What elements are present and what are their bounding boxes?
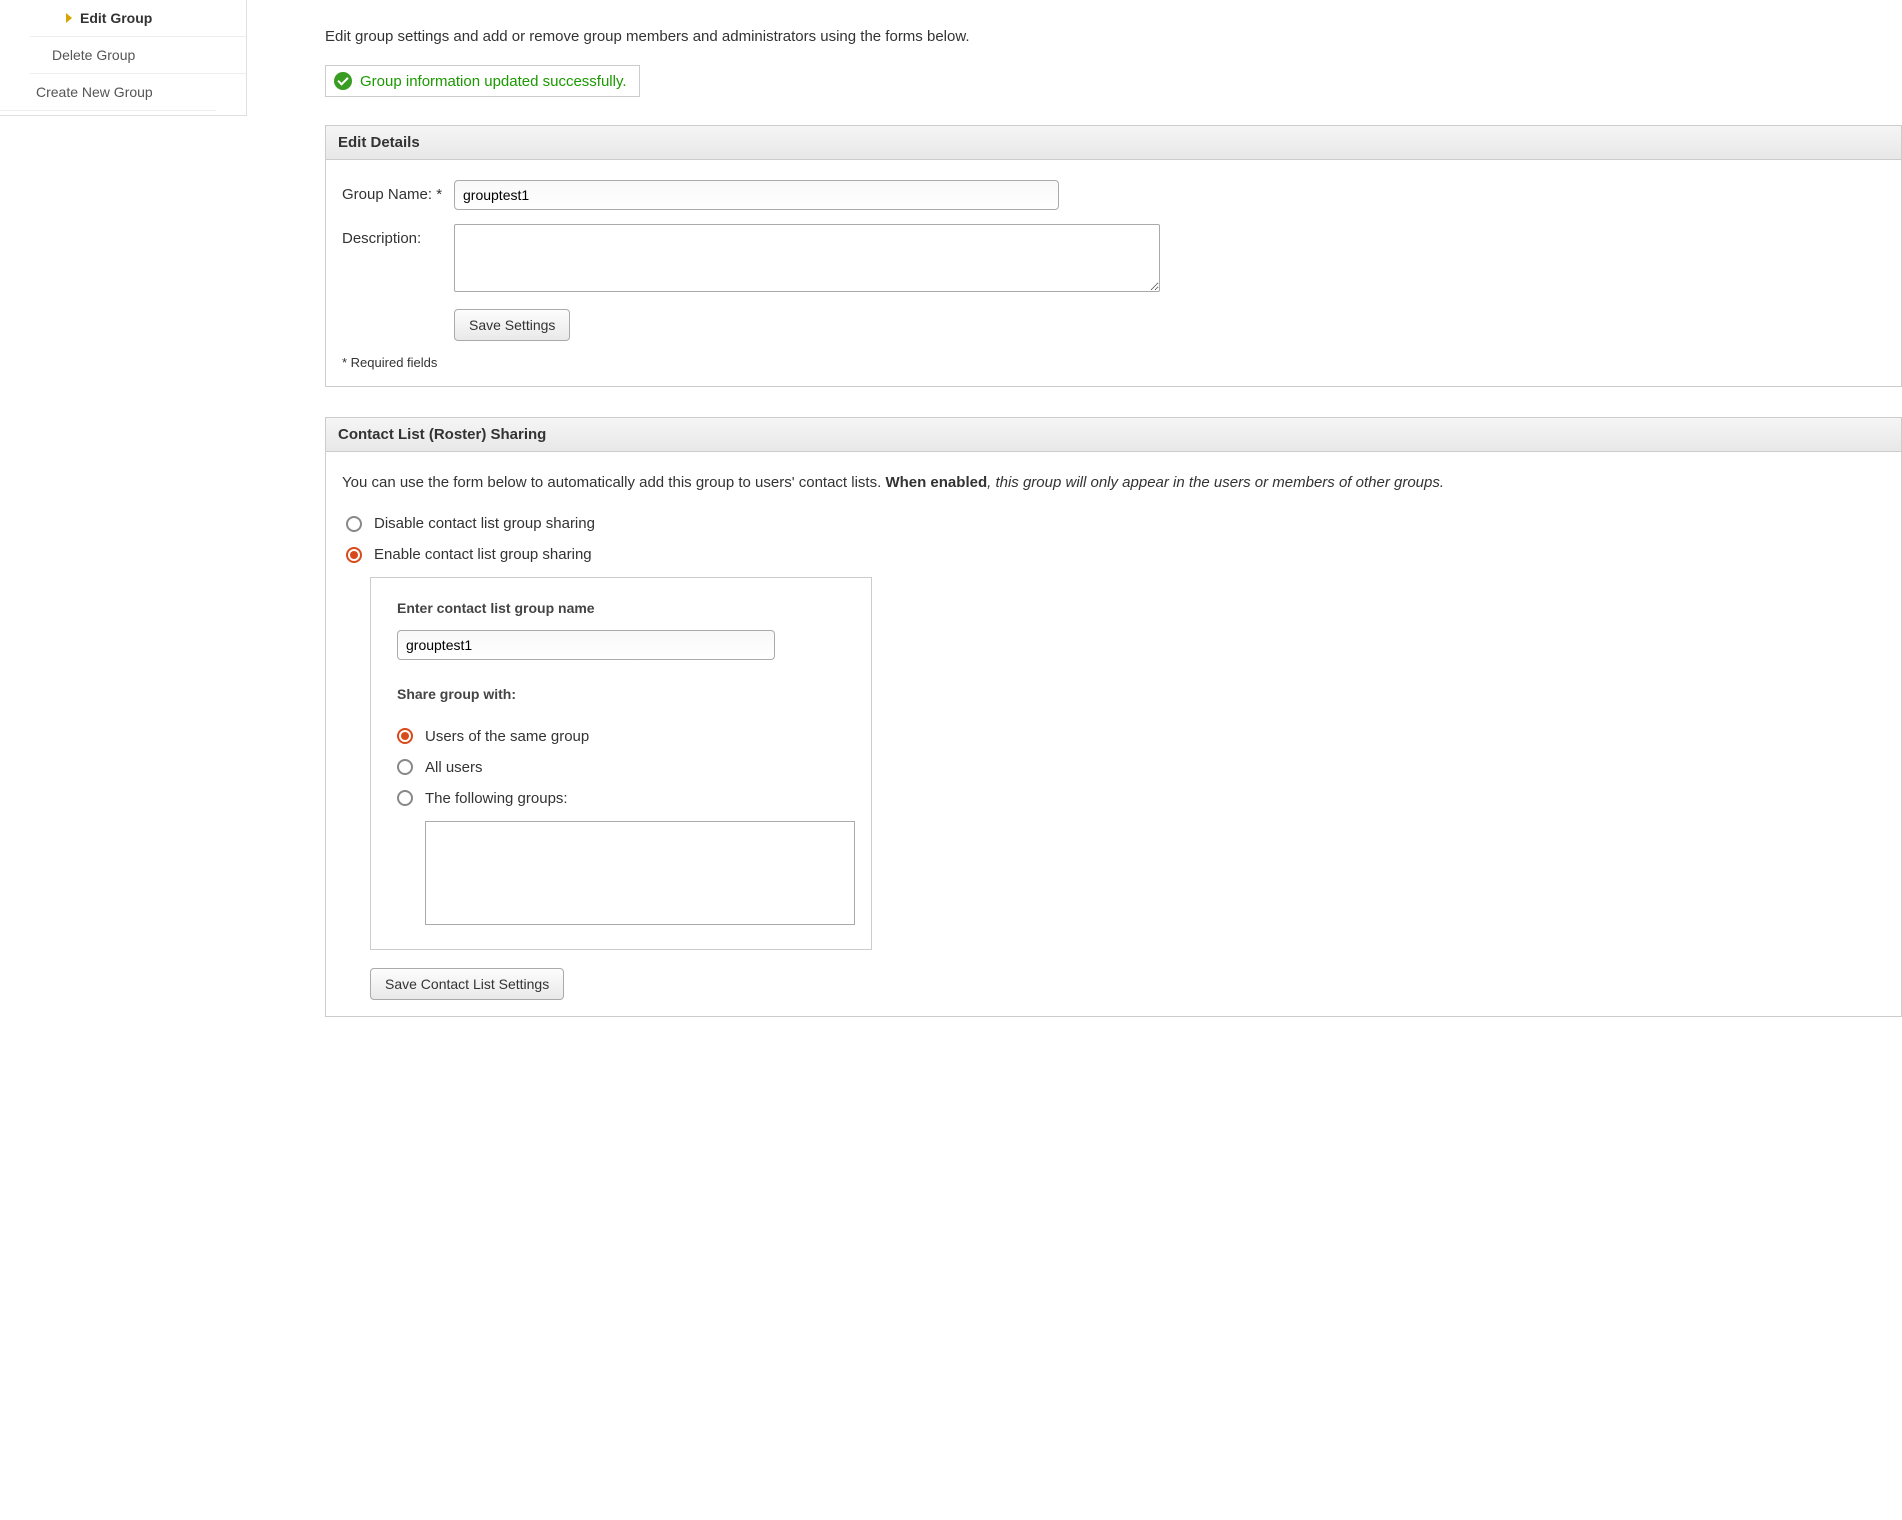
contact-list-group-name-label: Enter contact list group name — [397, 600, 845, 616]
sidebar-item-create-group[interactable]: Create New Group — [0, 74, 216, 111]
radio-icon — [397, 759, 413, 775]
disable-sharing-radio[interactable]: Disable contact list group sharing — [346, 515, 1885, 532]
share-following-groups-radio[interactable]: The following groups: — [397, 790, 845, 807]
contact-list-group-name-input[interactable] — [397, 630, 775, 660]
radio-icon — [397, 790, 413, 806]
radio-label: Users of the same group — [425, 728, 589, 745]
sharing-description: You can use the form below to automatica… — [342, 472, 1885, 493]
roster-sharing-panel: Contact List (Roster) Sharing You can us… — [325, 417, 1902, 1017]
main-content: Edit group settings and add or remove gr… — [247, 0, 1902, 1087]
sidebar: Edit Group Delete Group Create New Group — [0, 0, 247, 116]
following-groups-box[interactable] — [425, 821, 855, 925]
check-circle-icon — [334, 72, 352, 90]
panel-header: Contact List (Roster) Sharing — [326, 418, 1901, 452]
sidebar-item-edit-group[interactable]: Edit Group — [30, 0, 246, 37]
sidebar-item-delete-group[interactable]: Delete Group — [30, 37, 246, 74]
required-fields-note: * Required fields — [342, 355, 1885, 370]
group-name-label: Group Name: * — [342, 180, 454, 210]
sharing-subpanel: Enter contact list group name Share grou… — [370, 577, 872, 950]
sidebar-item-label: Create New Group — [36, 84, 153, 100]
panel-header: Edit Details — [326, 126, 1901, 160]
share-same-group-radio[interactable]: Users of the same group — [397, 728, 845, 745]
share-with-label: Share group with: — [397, 686, 845, 702]
sidebar-item-label: Delete Group — [52, 47, 135, 63]
radio-icon — [397, 728, 413, 744]
save-contact-list-button[interactable]: Save Contact List Settings — [370, 968, 564, 1000]
save-settings-button[interactable]: Save Settings — [454, 309, 570, 341]
radio-label: Enable contact list group sharing — [374, 546, 592, 563]
success-text: Group information updated successfully. — [360, 73, 627, 90]
intro-text: Edit group settings and add or remove gr… — [325, 28, 1902, 45]
group-name-input[interactable] — [454, 180, 1059, 210]
radio-icon — [346, 547, 362, 563]
enable-sharing-radio[interactable]: Enable contact list group sharing — [346, 546, 1885, 563]
radio-icon — [346, 516, 362, 532]
description-label: Description: — [342, 224, 454, 295]
caret-right-icon — [66, 13, 72, 23]
edit-details-panel: Edit Details Group Name: * Description: — [325, 125, 1902, 387]
share-all-users-radio[interactable]: All users — [397, 759, 845, 776]
radio-label: All users — [425, 759, 483, 776]
radio-label: The following groups: — [425, 790, 568, 807]
sidebar-item-label: Edit Group — [80, 10, 152, 26]
success-message: Group information updated successfully. — [325, 65, 640, 97]
radio-label: Disable contact list group sharing — [374, 515, 595, 532]
description-textarea[interactable] — [454, 224, 1160, 292]
